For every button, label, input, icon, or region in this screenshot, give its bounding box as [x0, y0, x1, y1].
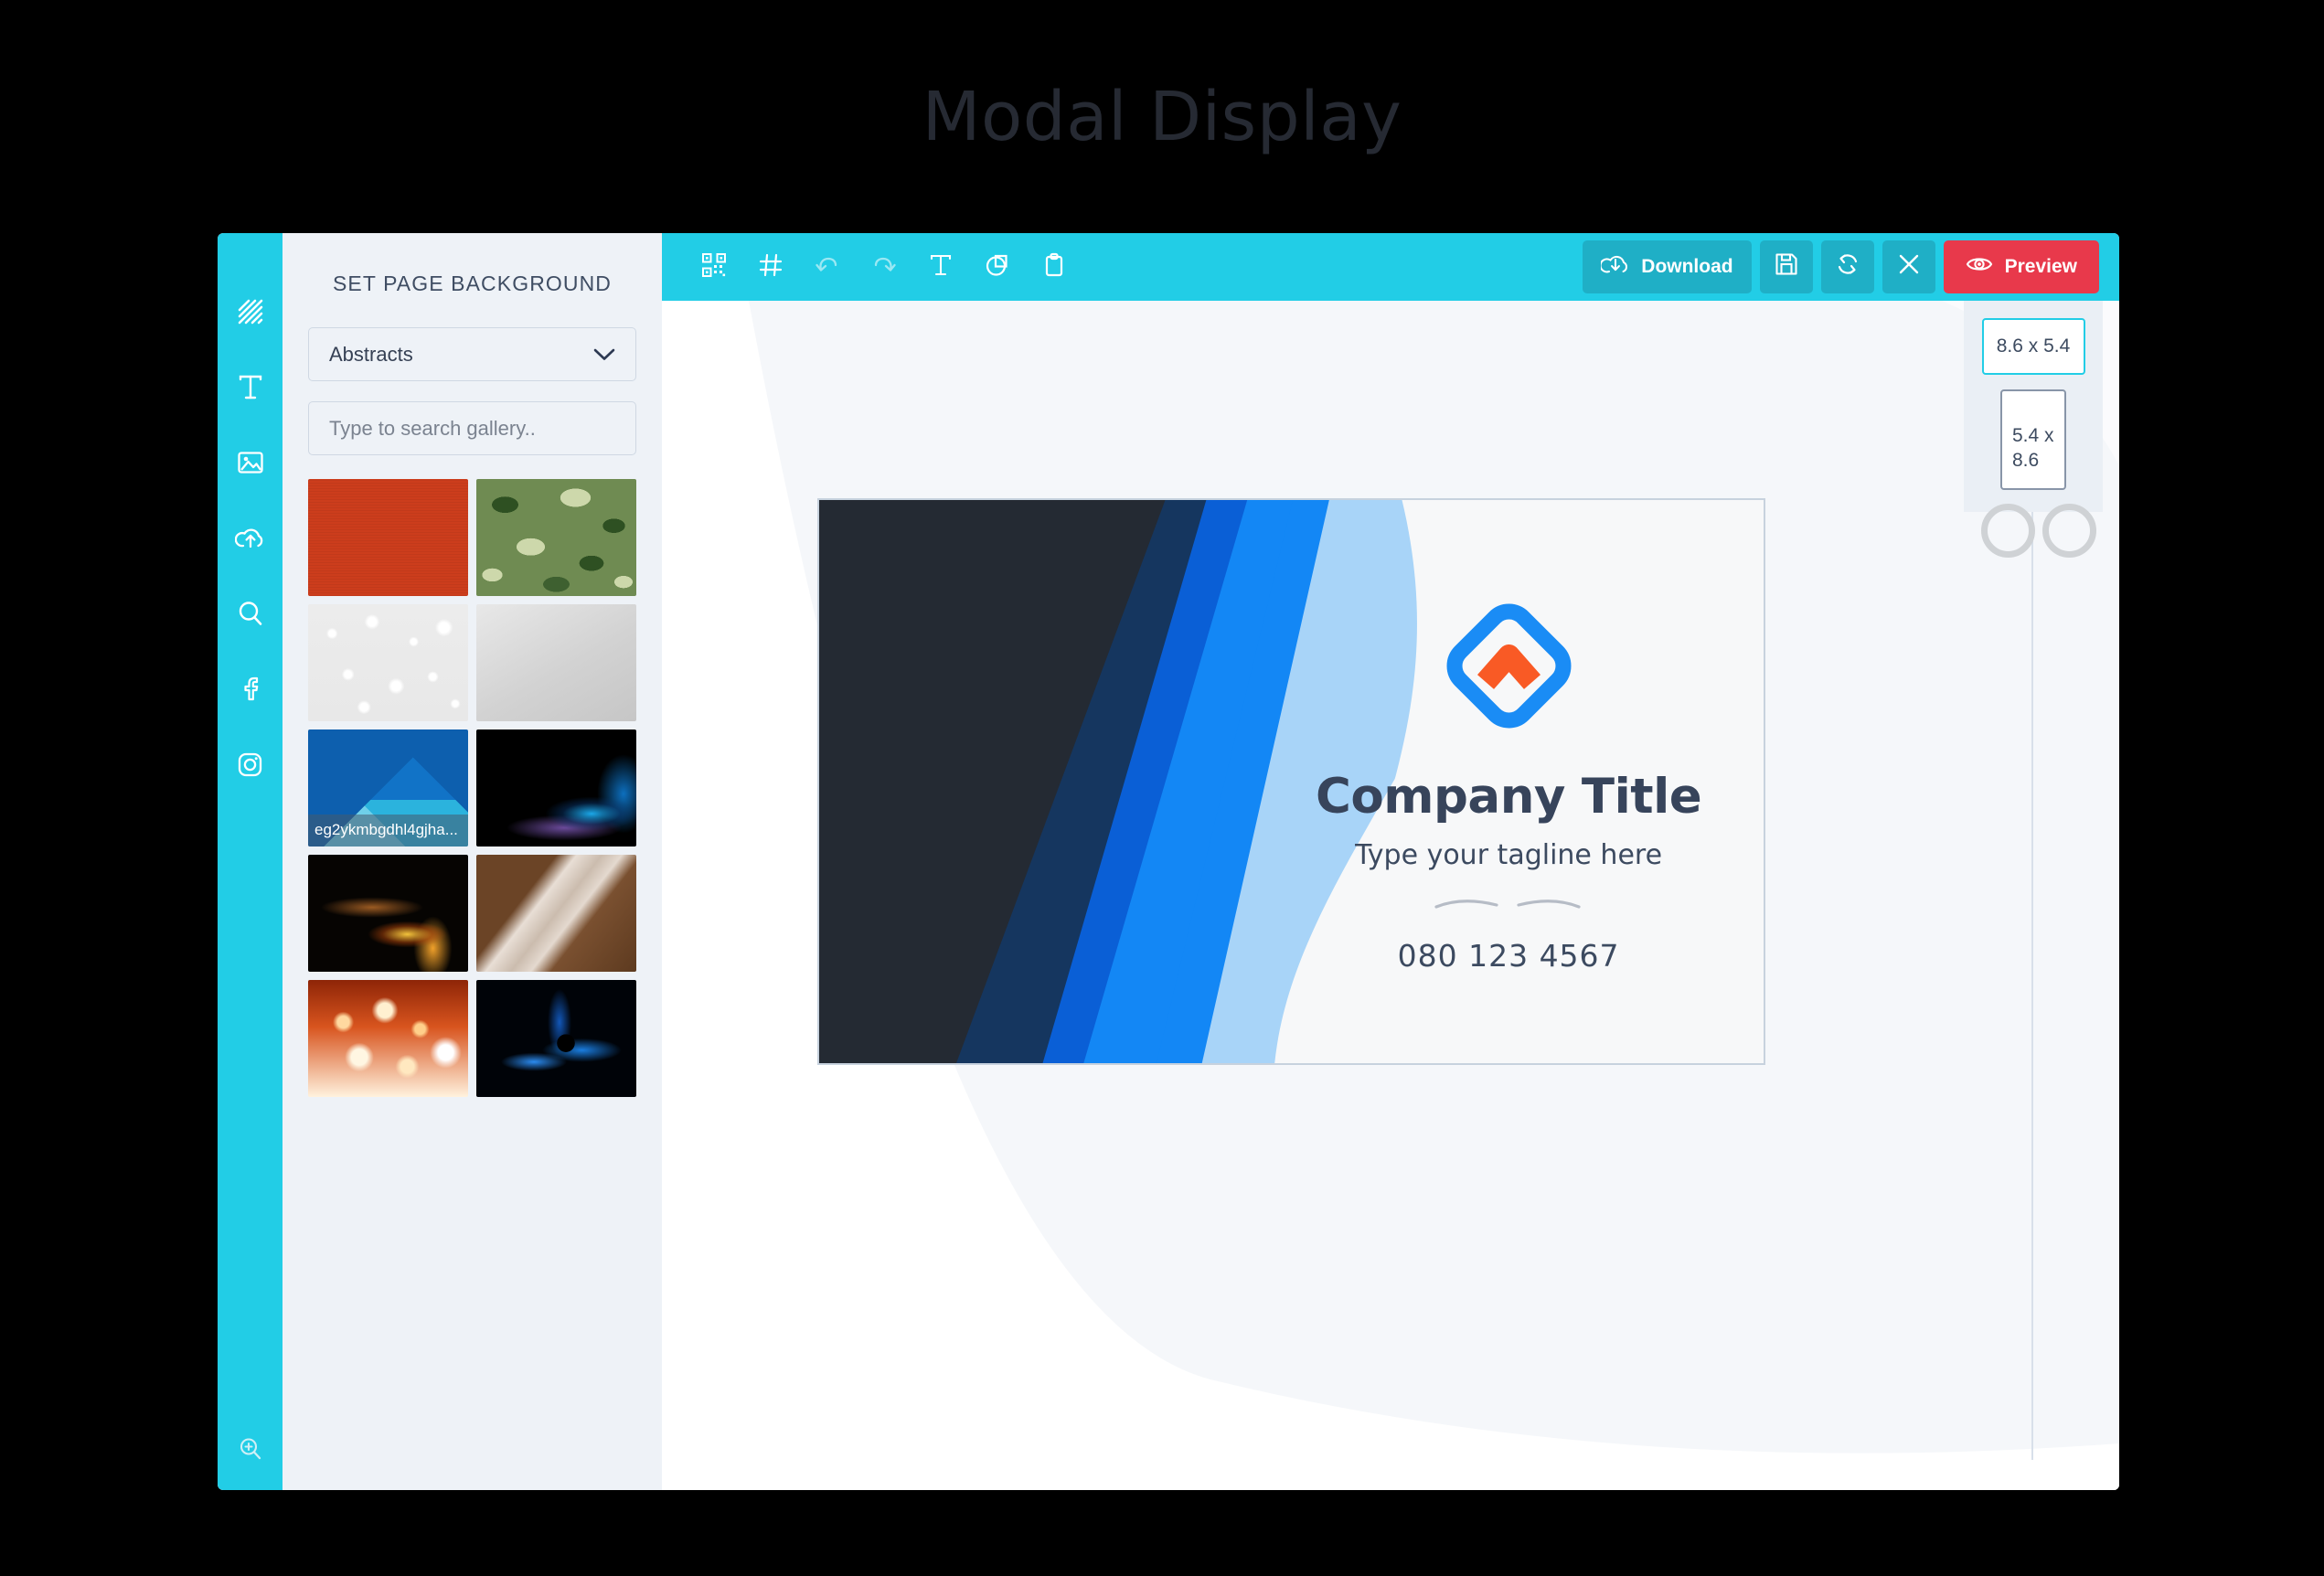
text-icon — [236, 373, 265, 402]
download-button[interactable]: Download — [1583, 240, 1752, 293]
size-portrait-label: 5.4 x 8.6 — [2012, 424, 2054, 471]
qr-code-icon — [700, 251, 728, 283]
size-landscape-label: 8.6 x 5.4 — [1996, 335, 2071, 357]
qr-code-button[interactable] — [686, 233, 742, 301]
page-indicator-group — [1981, 504, 2096, 558]
reset-button[interactable] — [1820, 240, 1874, 293]
canvas-divider — [2031, 500, 2033, 1460]
preview-label: Preview — [2004, 256, 2077, 277]
shape-icon — [984, 251, 1011, 283]
card-tagline: Type your tagline here — [1355, 839, 1663, 871]
download-cloud-icon — [1599, 252, 1629, 282]
rail-item-zoom-in[interactable] — [218, 1422, 283, 1479]
background-thumbnail[interactable] — [476, 729, 636, 847]
grid-button[interactable] — [742, 233, 799, 301]
page-indicator-back[interactable] — [2042, 504, 2096, 558]
text-tool-icon — [927, 251, 954, 283]
background-thumbnail[interactable] — [476, 980, 636, 1097]
add-text-button[interactable] — [912, 233, 969, 301]
search-icon — [236, 599, 265, 628]
editor-area: Download Preview 8.6 x 5.4 5.4 x 8.6 Com… — [662, 233, 2119, 1490]
size-option-portrait[interactable]: 5.4 x 8.6 — [2000, 389, 2066, 490]
background-thumbnail[interactable] — [476, 855, 636, 972]
grid-icon — [757, 251, 784, 283]
close-x-icon — [1897, 252, 1921, 282]
preview-button[interactable]: Preview — [1943, 240, 2099, 293]
panel-heading: SET PAGE BACKGROUND — [332, 272, 613, 295]
upload-cloud-icon — [234, 524, 266, 553]
editor-toolbar: Download Preview — [662, 233, 2119, 301]
tool-rail — [218, 233, 283, 1490]
design-canvas[interactable]: 8.6 x 5.4 5.4 x 8.6 Company Title Type y… — [662, 301, 2119, 1490]
thumbnail-label: eg2ykmbgdhl4gjha... — [308, 815, 468, 847]
add-shape-button[interactable] — [969, 233, 1026, 301]
save-button[interactable] — [1759, 240, 1813, 293]
page-size-panel: 8.6 x 5.4 5.4 x 8.6 — [1964, 301, 2103, 512]
editor-modal: SET PAGE BACKGROUND Abstracts eg2ykmbgdh… — [218, 233, 2119, 1490]
background-thumbnail[interactable] — [308, 855, 468, 972]
card-phone: 080 123 4567 — [1397, 938, 1620, 974]
instagram-icon — [236, 751, 264, 779]
background-thumbnail[interactable] — [308, 604, 468, 721]
rail-item-search[interactable] — [218, 585, 283, 642]
eye-icon — [1966, 253, 1993, 281]
background-thumbnail[interactable]: eg2ykmbgdhl4gjha... — [308, 729, 468, 847]
size-option-landscape[interactable]: 8.6 x 5.4 — [1981, 318, 2085, 375]
clipboard-icon — [1040, 251, 1068, 283]
background-thumbnail-grid: eg2ykmbgdhl4gjha... — [308, 479, 636, 1097]
background-thumbnail[interactable] — [308, 479, 468, 596]
close-button[interactable] — [1882, 240, 1935, 293]
clipboard-button[interactable] — [1026, 233, 1082, 301]
rail-item-text[interactable] — [218, 359, 283, 416]
category-select-value: Abstracts — [329, 342, 413, 366]
card-content: Company Title Type your tagline here 080… — [1253, 500, 1764, 1063]
undo-button[interactable] — [799, 233, 856, 301]
pattern-background-icon — [235, 296, 266, 327]
page-indicator-front[interactable] — [1981, 504, 2035, 558]
gallery-search-input[interactable] — [308, 401, 636, 455]
rail-item-images[interactable] — [218, 434, 283, 491]
refresh-icon — [1835, 251, 1860, 282]
undo-icon — [814, 251, 841, 283]
background-thumbnail[interactable] — [308, 980, 468, 1097]
toolbar-actions: Download Preview — [1583, 240, 2099, 293]
rail-item-facebook[interactable] — [218, 660, 283, 717]
page-title: Modal Display — [922, 78, 1402, 156]
background-thumbnail[interactable] — [476, 604, 636, 721]
diamond-chevron-logo — [1438, 595, 1580, 741]
business-card-design[interactable]: Company Title Type your tagline here 080… — [817, 498, 1765, 1065]
zoom-in-icon — [237, 1435, 264, 1467]
background-panel: SET PAGE BACKGROUND Abstracts eg2ykmbgdh… — [283, 233, 662, 1490]
save-floppy-icon — [1774, 251, 1799, 282]
rail-item-uploads[interactable] — [218, 510, 283, 567]
rail-item-instagram[interactable] — [218, 736, 283, 793]
wave-divider — [1431, 895, 1586, 918]
rail-item-backgrounds[interactable] — [218, 283, 283, 340]
chevron-down-icon — [593, 343, 615, 367]
download-label: Download — [1641, 256, 1733, 277]
facebook-icon — [237, 674, 264, 703]
redo-button[interactable] — [856, 233, 912, 301]
category-select[interactable]: Abstracts — [308, 327, 636, 381]
background-thumbnail[interactable] — [476, 479, 636, 596]
card-company-title: Company Title — [1315, 769, 1702, 825]
image-icon — [236, 448, 265, 477]
redo-icon — [870, 251, 898, 283]
